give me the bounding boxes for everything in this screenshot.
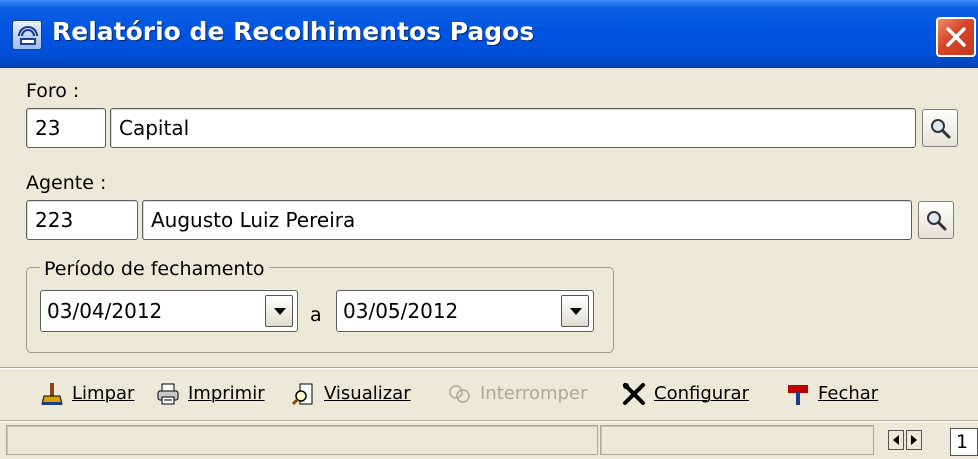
- interromper-button[interactable]: Interromper: [448, 378, 600, 410]
- foro-code-input[interactable]: 23: [26, 108, 106, 148]
- report-window-icon: [12, 20, 42, 50]
- page-prev-button[interactable]: [888, 430, 904, 450]
- fechar-button[interactable]: Fechar: [786, 378, 896, 410]
- periodo-separator: a: [310, 304, 322, 326]
- periodo-legend: Período de fechamento: [40, 258, 269, 280]
- magnifier-icon: [927, 211, 947, 231]
- periodo-start-combo[interactable]: 03/04/2012: [40, 290, 298, 332]
- configurar-button[interactable]: Configurar: [622, 378, 766, 410]
- printer-icon: [157, 383, 179, 405]
- periodo-end-combo[interactable]: 03/05/2012: [336, 290, 594, 332]
- visualizar-button[interactable]: Visualizar: [292, 378, 428, 410]
- limpar-button[interactable]: Limpar: [40, 378, 140, 410]
- statusbar-separator: [0, 420, 978, 422]
- status-panel-secondary: [600, 425, 874, 455]
- tools-icon: [623, 383, 645, 405]
- status-panel-main: [6, 425, 598, 455]
- foro-search-button[interactable]: [922, 109, 958, 147]
- window-title: Relatório de Recolhimentos Pagos: [52, 17, 535, 46]
- page-next-button[interactable]: [906, 430, 922, 450]
- toolbar-separator: [0, 367, 978, 369]
- agente-name-input[interactable]: Augusto Luiz Pereira: [142, 200, 912, 240]
- foro-name-input[interactable]: Capital: [110, 108, 916, 148]
- chevron-down-icon: [274, 308, 286, 315]
- periodo-end-dropdown-button[interactable]: [561, 295, 589, 327]
- magnifier-icon: [931, 119, 951, 139]
- agente-search-button[interactable]: [918, 201, 954, 239]
- foro-label: Foro :: [26, 80, 80, 102]
- stop-icon: [449, 385, 470, 403]
- close-x-icon: [946, 27, 966, 47]
- arrow-right-icon: [911, 435, 917, 445]
- arrow-left-icon: [893, 435, 899, 445]
- periodo-start-value: 03/04/2012: [47, 299, 163, 323]
- exit-sign-icon: [788, 385, 808, 405]
- agente-code-input[interactable]: 223: [26, 200, 138, 240]
- title-bar[interactable]: Relatório de Recolhimentos Pagos: [0, 0, 978, 68]
- periodo-end-value: 03/05/2012: [343, 299, 459, 323]
- imprimir-button[interactable]: Imprimir: [156, 378, 276, 410]
- periodo-start-dropdown-button[interactable]: [265, 295, 293, 327]
- chevron-down-icon: [570, 308, 582, 315]
- magnifier-page-icon: [292, 383, 313, 406]
- page-number: 1: [950, 428, 978, 456]
- broom-icon: [41, 383, 63, 405]
- agente-label: Agente :: [26, 172, 107, 194]
- close-button[interactable]: [936, 17, 976, 57]
